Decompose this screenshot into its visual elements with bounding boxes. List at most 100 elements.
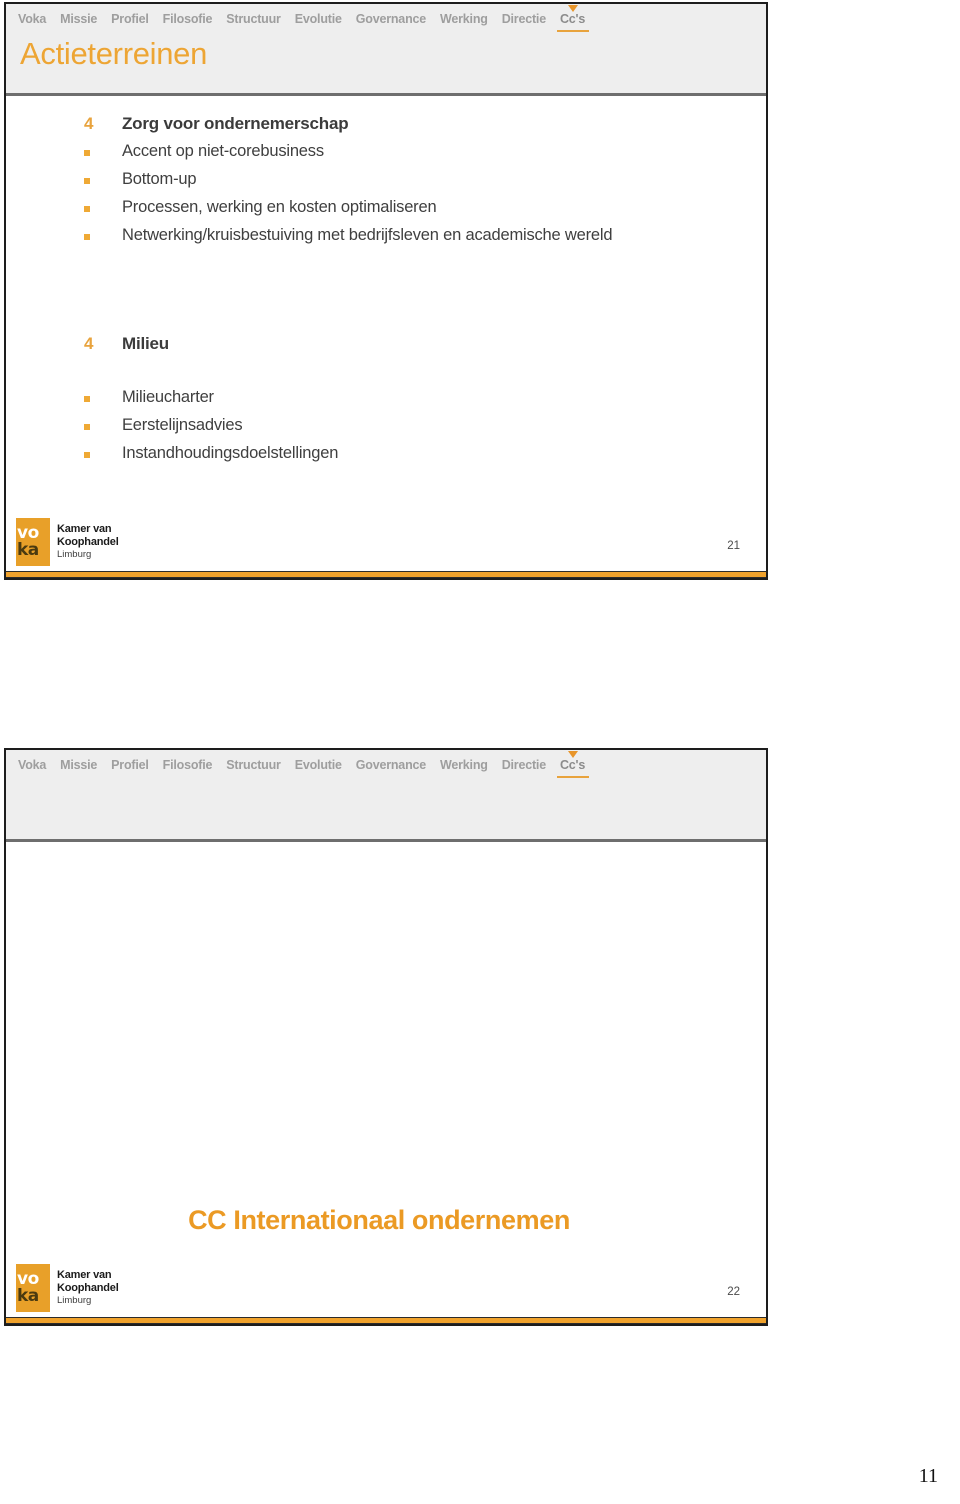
list-item: Netwerking/kruisbestuiving met bedrijfsl… <box>84 224 612 248</box>
slide-21: Voka Missie Profiel Filosofie Structuur … <box>4 2 768 580</box>
nav-item-profiel[interactable]: Profiel <box>111 758 149 774</box>
list-item-label: Processen, werking en kosten optimaliser… <box>122 198 437 216</box>
nav-label: Missie <box>60 12 98 26</box>
nav-label: Evolutie <box>294 758 342 772</box>
triangle-down-marker-icon <box>567 5 578 12</box>
nav-item-werking[interactable]: Werking <box>440 758 488 774</box>
square-bullet-icon <box>84 142 122 164</box>
nav-item-structuur[interactable]: Structuur <box>226 12 281 28</box>
nav-item-evolutie[interactable]: Evolutie <box>295 12 342 28</box>
nav-label: Filosofie <box>162 758 213 772</box>
voka-logo-mark-icon: vo ka <box>16 518 50 566</box>
list-item-label: Instandhoudingsdoelstellingen <box>122 444 339 462</box>
square-bullet-icon <box>84 388 122 410</box>
square-bullet-icon <box>84 226 122 248</box>
logo-mark-line2: ka <box>17 1286 39 1306</box>
voka-logo: vo ka Kamer van Koophandel Limburg <box>16 1264 119 1312</box>
logo-line-3: Limburg <box>57 1295 92 1306</box>
nav-item-werking[interactable]: Werking <box>440 12 488 28</box>
nav-item-profiel[interactable]: Profiel <box>111 12 149 28</box>
list-item: Eerstelijnsadvies <box>84 414 338 438</box>
bullet-list: Milieucharter Eerstelijnsadvies Instandh… <box>84 386 338 466</box>
list-item-label: Netwerking/kruisbestuiving met bedrijfsl… <box>122 226 613 244</box>
list-item-label: Eerstelijnsadvies <box>122 416 243 434</box>
nav-label: Governance <box>355 12 427 26</box>
block-title: Milieu <box>122 334 169 353</box>
slide-navbar: Voka Missie Profiel Filosofie Structuur … <box>18 5 758 32</box>
nav-label: Werking <box>440 12 488 26</box>
list-item: Bottom-up <box>84 168 612 192</box>
nav-label: Directie <box>501 12 546 26</box>
nav-item-evolutie[interactable]: Evolutie <box>295 758 342 774</box>
list-item: Processen, werking en kosten optimaliser… <box>84 196 612 220</box>
nav-item-voka[interactable]: Voka <box>18 12 46 28</box>
nav-item-directie[interactable]: Directie <box>502 12 546 28</box>
list-item-label: Bottom-up <box>122 170 197 188</box>
nav-item-ccs[interactable]: Cc's <box>556 751 590 778</box>
footer-accent-bar <box>6 571 766 578</box>
list-item-label: Accent op niet-corebusiness <box>122 142 324 160</box>
nav-label: Evolutie <box>294 12 342 26</box>
nav-label: Profiel <box>111 758 149 772</box>
triangle-down-marker-icon <box>567 751 578 758</box>
nav-label: Werking <box>440 758 488 772</box>
nav-item-structuur[interactable]: Structuur <box>226 758 281 774</box>
document-page-number: 11 <box>918 1465 938 1487</box>
nav-label: Missie <box>60 758 98 772</box>
footer-accent-bar <box>6 1317 766 1324</box>
nav-label: Structuur <box>226 758 281 772</box>
nav-item-filosofie[interactable]: Filosofie <box>163 758 213 774</box>
block-number: 4 <box>84 334 94 353</box>
block-heading-row: 4 Zorg voor ondernemerschap <box>84 114 612 134</box>
logo-text: Kamer van Koophandel Limburg <box>50 1264 119 1312</box>
list-item: Instandhoudingsdoelstellingen <box>84 442 338 466</box>
slide-page-number: 22 <box>727 1286 740 1298</box>
block-title: Zorg voor ondernemerschap <box>122 114 349 133</box>
logo-line-2: Koophandel <box>57 535 119 548</box>
logo-line-3: Limburg <box>57 549 92 560</box>
slide-footer: vo ka Kamer van Koophandel Limburg 21 <box>6 504 766 578</box>
nav-label: Voka <box>18 12 47 26</box>
slide-center-title: CC Internationaal ondernemen <box>188 1205 570 1235</box>
nav-label: Cc's <box>559 12 586 26</box>
logo-line-2: Koophandel <box>57 1281 119 1294</box>
logo-line-1: Kamer van <box>57 523 112 535</box>
list-item: Accent op niet-corebusiness <box>84 140 612 164</box>
square-bullet-icon <box>84 444 122 466</box>
nav-label: Governance <box>355 758 427 772</box>
nav-item-ccs[interactable]: Cc's <box>556 5 590 32</box>
square-bullet-icon <box>84 416 122 438</box>
nav-item-missie[interactable]: Missie <box>60 12 97 28</box>
slide-navbar: Voka Missie Profiel Filosofie Structuur … <box>18 751 758 778</box>
list-item: Milieucharter <box>84 386 338 410</box>
square-bullet-icon <box>84 170 122 192</box>
square-bullet-icon <box>84 198 122 220</box>
bullet-list: Accent op niet-corebusiness Bottom-up Pr… <box>84 140 612 248</box>
slide-page-number: 21 <box>727 540 740 552</box>
slide-body: 4 Zorg voor ondernemerschap Accent op ni… <box>6 96 766 578</box>
nav-item-missie[interactable]: Missie <box>60 758 97 774</box>
nav-item-governance[interactable]: Governance <box>356 12 426 28</box>
logo-text: Kamer van Koophandel Limburg <box>50 518 119 566</box>
slide-header: Voka Missie Profiel Filosofie Structuur … <box>6 750 766 842</box>
block-number: 4 <box>84 114 94 133</box>
nav-item-directie[interactable]: Directie <box>502 758 546 774</box>
logo-mark-line2: ka <box>17 540 39 560</box>
nav-label: Voka <box>18 758 47 772</box>
slide-title: Actieterreinen <box>20 36 208 71</box>
list-item-label: Milieucharter <box>122 388 214 406</box>
slide-body: CC Internationaal ondernemen vo ka Kamer… <box>6 842 766 1324</box>
voka-logo-mark-icon: vo ka <box>16 1264 50 1312</box>
nav-item-filosofie[interactable]: Filosofie <box>163 12 213 28</box>
content-block-ondernemerschap: 4 Zorg voor ondernemerschap Accent op ni… <box>84 114 612 252</box>
nav-label: Filosofie <box>162 12 213 26</box>
nav-item-voka[interactable]: Voka <box>18 758 46 774</box>
document-page: Voka Missie Profiel Filosofie Structuur … <box>0 0 960 1504</box>
content-block-milieu: 4 Milieu Milieucharter Eerstelijnsadvies <box>84 334 338 470</box>
slide-22: Voka Missie Profiel Filosofie Structuur … <box>4 748 768 1326</box>
nav-label: Cc's <box>559 758 586 772</box>
block-heading-row: 4 Milieu <box>84 334 338 354</box>
voka-logo: vo ka Kamer van Koophandel Limburg <box>16 518 119 566</box>
nav-item-governance[interactable]: Governance <box>356 758 426 774</box>
